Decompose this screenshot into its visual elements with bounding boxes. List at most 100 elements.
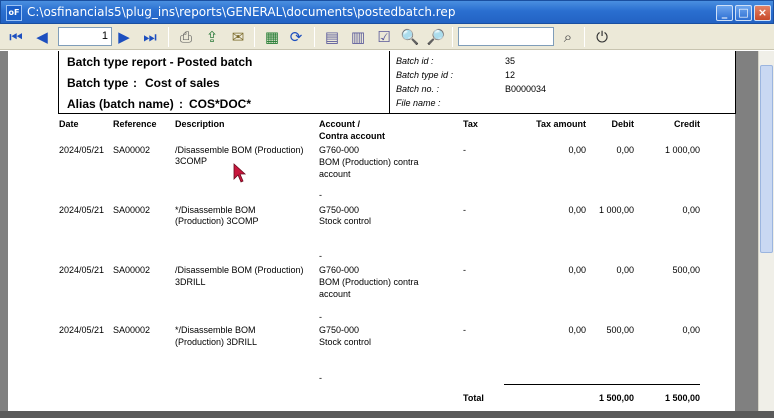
alias-colon: : xyxy=(179,97,183,111)
row-account: G760-000 xyxy=(319,265,360,275)
batch-id-value: 35 xyxy=(505,56,516,66)
alias-value: COS*DOC* xyxy=(189,97,252,111)
zoom-fit-icon[interactable]: ▥ xyxy=(348,27,368,47)
row-description-2: (Production) 3DRILL xyxy=(175,337,258,347)
toolbar-separator xyxy=(168,27,169,47)
total-label: Total xyxy=(463,393,484,403)
alias-label: Alias (batch name) xyxy=(67,97,174,111)
batch-type-colon: : xyxy=(133,76,137,90)
zoom-in-icon[interactable]: 🔎 xyxy=(426,27,446,47)
last-page-icon[interactable]: ⏭ xyxy=(140,27,160,47)
refresh-icon[interactable]: ⟳ xyxy=(286,27,306,47)
row-description: */Disassemble BOM xyxy=(175,325,256,335)
minimize-button[interactable]: _ xyxy=(716,5,733,21)
row-account: G760-000 xyxy=(319,145,360,155)
prev-page-icon[interactable]: ◀ xyxy=(32,27,52,47)
row-date: 2024/05/21 xyxy=(59,265,105,275)
row-credit: 0,00 xyxy=(682,205,700,215)
close-icon[interactable]: ⏻ xyxy=(592,27,612,47)
row-date: 2024/05/21 xyxy=(59,325,105,335)
batch-id-label: Batch id : xyxy=(396,56,434,66)
report-page: Batch type report - Posted batch Batch t… xyxy=(8,51,736,411)
row-date: 2024/05/21 xyxy=(59,145,105,155)
search-icon[interactable]: ⌕ xyxy=(558,27,578,47)
batch-type-id-label: Batch type id : xyxy=(396,70,454,80)
first-page-icon[interactable]: ⏮ xyxy=(6,27,26,47)
col-contra-account: Contra account xyxy=(319,131,386,141)
row-description: /Disassemble BOM (Production) xyxy=(175,265,304,275)
col-credit: Credit xyxy=(673,119,700,129)
batch-no-value: B0000034 xyxy=(505,84,547,94)
row-account: G750-000 xyxy=(319,205,360,215)
page-layout-icon[interactable]: ▤ xyxy=(322,27,342,47)
row-tax-amount: 0,00 xyxy=(568,325,586,335)
maximize-button[interactable]: □ xyxy=(735,5,752,21)
row-reference: SA00002 xyxy=(113,205,151,215)
row-contra-2: account xyxy=(319,289,351,299)
batch-no-label: Batch no. : xyxy=(396,84,440,94)
row-description-2: (Production) 3COMP xyxy=(175,216,259,226)
toolbar-separator xyxy=(452,27,453,47)
export-icon[interactable]: ⇪ xyxy=(202,27,222,47)
search-input[interactable] xyxy=(458,27,554,46)
row-tax: - xyxy=(463,145,466,155)
col-description: Description xyxy=(175,119,225,129)
report-title: Batch type report - Posted batch xyxy=(67,55,253,69)
zoom-out-icon[interactable]: 🔍 xyxy=(400,27,420,47)
row-contra: Stock control xyxy=(319,337,372,347)
row-description-2: 3DRILL xyxy=(175,277,206,287)
zoom-width-icon[interactable]: ☑ xyxy=(374,27,394,47)
print-icon[interactable]: ⎙ xyxy=(176,27,196,47)
row-tax-amount: 0,00 xyxy=(568,205,586,215)
total-debit: 1 500,00 xyxy=(598,393,634,403)
row-tax: - xyxy=(463,265,466,275)
col-tax: Tax xyxy=(463,119,478,129)
excel-icon[interactable]: ▦ xyxy=(262,27,282,47)
row-description: */Disassemble BOM xyxy=(175,205,256,215)
row-debit: 500,00 xyxy=(606,325,634,335)
toolbar-separator xyxy=(584,27,585,47)
scrollbar-thumb[interactable] xyxy=(760,65,773,253)
row-reference: SA00002 xyxy=(113,265,151,275)
row-reference: SA00002 xyxy=(113,145,151,155)
total-credit: 1 500,00 xyxy=(664,393,700,403)
row-dash: - xyxy=(319,251,322,261)
row-tax: - xyxy=(463,205,466,215)
col-tax-amount: Tax amount xyxy=(536,119,586,129)
app-icon: oF xyxy=(6,5,22,21)
row-dash: - xyxy=(319,373,322,383)
row-debit: 0,00 xyxy=(616,265,634,275)
status-bar xyxy=(0,411,774,418)
vertical-scrollbar[interactable] xyxy=(758,51,774,418)
batch-type-label: Batch type xyxy=(67,76,129,90)
col-date: Date xyxy=(59,119,79,129)
row-dash: - xyxy=(319,312,322,322)
close-window-button[interactable]: × xyxy=(754,5,771,21)
title-bar: oF C:\osfinancials5\plug_ins\reports\GEN… xyxy=(0,0,774,24)
window-title: C:\osfinancials5\plug_ins\reports\GENERA… xyxy=(27,5,456,19)
file-name-label: File name : xyxy=(396,98,441,108)
page-number-input[interactable]: 1 xyxy=(58,27,112,46)
total-rule xyxy=(504,384,700,385)
report-header-box: Batch type report - Posted batch Batch t… xyxy=(58,51,390,114)
toolbar-separator xyxy=(254,27,255,47)
email-icon[interactable]: ✉ xyxy=(228,27,248,47)
row-tax: - xyxy=(463,325,466,335)
next-page-icon[interactable]: ▶ xyxy=(114,27,134,47)
row-debit: 1 000,00 xyxy=(598,205,634,215)
col-reference: Reference xyxy=(113,119,157,129)
row-contra-2: account xyxy=(319,169,351,179)
row-tax-amount: 0,00 xyxy=(568,265,586,275)
col-debit: Debit xyxy=(611,119,635,129)
row-credit: 1 000,00 xyxy=(664,145,700,155)
row-date: 2024/05/21 xyxy=(59,205,105,215)
row-tax-amount: 0,00 xyxy=(568,145,586,155)
batch-info-box: Batch id : 35 Batch type id : 12 Batch n… xyxy=(389,51,736,114)
batch-type-value: Cost of sales xyxy=(145,76,220,90)
row-description: /Disassemble BOM (Production) xyxy=(175,145,304,155)
batch-type-id-value: 12 xyxy=(505,70,516,80)
col-account: Account / xyxy=(319,119,361,129)
toolbar-separator xyxy=(314,27,315,47)
row-description-2: 3COMP xyxy=(175,156,208,166)
row-dash: - xyxy=(319,190,322,200)
